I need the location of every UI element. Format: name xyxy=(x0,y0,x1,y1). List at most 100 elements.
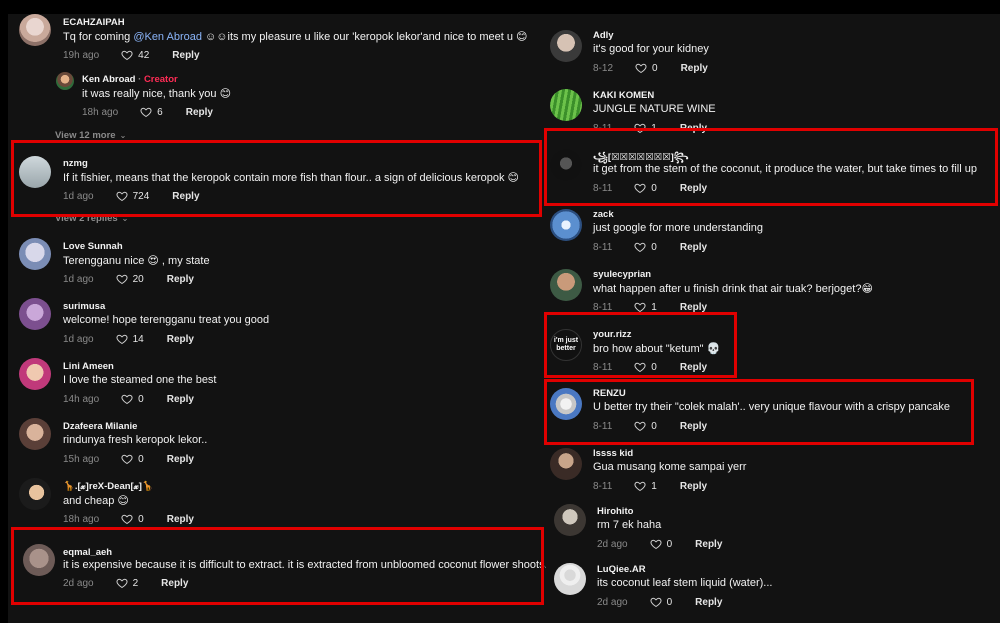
comment-username[interactable]: your.rizz xyxy=(593,329,632,340)
reply-button[interactable]: Reply xyxy=(680,242,707,253)
like-button[interactable]: 2 xyxy=(116,577,139,589)
comment-username[interactable]: lssss kid xyxy=(593,448,633,459)
comment-username[interactable]: ECAHZAIPAH xyxy=(63,17,125,28)
like-button[interactable]: 0 xyxy=(121,513,144,525)
comment-username[interactable]: 🦒.[𝔁]reX-Dean[𝔁]🦒 xyxy=(63,481,154,492)
like-button[interactable]: 0 xyxy=(121,393,144,405)
comment-username[interactable]: Dzafeera Milanie xyxy=(63,421,137,432)
avatar[interactable] xyxy=(56,72,74,90)
avatar[interactable] xyxy=(550,209,582,241)
avatar[interactable]: i'm just better xyxy=(550,329,582,361)
reply-button[interactable]: Reply xyxy=(167,514,194,525)
like-count: 2 xyxy=(132,577,139,589)
like-button[interactable]: 0 xyxy=(650,596,672,608)
reply-button[interactable]: Reply xyxy=(695,597,722,608)
reply-button[interactable]: Reply xyxy=(167,454,194,465)
comment-username[interactable]: Love Sunnah xyxy=(63,241,123,252)
avatar[interactable] xyxy=(19,14,51,46)
reply-username[interactable]: Ken Abroad · Creator xyxy=(82,74,178,85)
comment-time: 2d ago xyxy=(597,538,628,550)
comment-item: ꧁[☒☒☒☒☒☒☒]꧂ it get from the stem of the … xyxy=(546,145,1000,203)
avatar[interactable] xyxy=(554,504,586,536)
view-more-replies[interactable]: View 12 more ⌄ xyxy=(55,130,126,141)
heart-icon xyxy=(650,597,662,608)
like-button[interactable]: 0 xyxy=(634,420,657,432)
reply-button[interactable]: Reply xyxy=(681,63,708,74)
comment-text: Gua musang kome sampai yerr xyxy=(593,461,747,473)
reply-button[interactable]: Reply xyxy=(695,539,722,550)
avatar[interactable] xyxy=(554,563,586,595)
reply-button[interactable]: Reply xyxy=(161,578,188,589)
avatar[interactable] xyxy=(550,30,582,62)
like-count: 6 xyxy=(157,106,163,118)
like-count: 1 xyxy=(651,301,657,313)
like-button[interactable]: 0 xyxy=(121,453,144,465)
avatar[interactable] xyxy=(19,418,51,450)
like-button[interactable]: 14 xyxy=(116,333,144,345)
reply-button[interactable]: Reply xyxy=(680,302,707,313)
avatar[interactable] xyxy=(550,269,582,301)
like-count: 1 xyxy=(651,480,657,492)
reply-button[interactable]: Reply xyxy=(680,421,707,432)
comment-username[interactable]: zack xyxy=(593,209,614,220)
comment-username[interactable]: LuQiee.AR xyxy=(597,564,646,575)
avatar[interactable] xyxy=(550,89,582,121)
reply-button[interactable]: Reply xyxy=(172,191,199,202)
like-count: 0 xyxy=(138,453,144,465)
reply-button[interactable]: Reply xyxy=(680,123,707,134)
comment-time: 1d ago xyxy=(63,190,94,202)
comment-username[interactable]: Lini Ameen xyxy=(63,361,114,372)
like-count: 0 xyxy=(651,361,657,373)
like-button[interactable]: 1 xyxy=(634,480,657,492)
like-button[interactable]: 1 xyxy=(634,301,657,313)
like-count: 20 xyxy=(132,273,144,285)
comment-username[interactable]: Hirohito xyxy=(597,506,633,517)
comment-username[interactable]: surimusa xyxy=(63,301,105,312)
avatar[interactable] xyxy=(19,298,51,330)
comment-username[interactable]: nzmg xyxy=(63,158,88,169)
avatar[interactable] xyxy=(19,358,51,390)
avatar[interactable] xyxy=(550,388,582,420)
avatar[interactable] xyxy=(19,156,51,188)
comment-text: If it fishier, means that the keropok co… xyxy=(63,172,519,184)
comment-time: 8-11 xyxy=(593,301,613,313)
comment-username[interactable]: syulecyprian xyxy=(593,269,651,280)
comment-username[interactable]: RENZU xyxy=(593,388,626,399)
like-button[interactable]: 0 xyxy=(650,538,673,550)
reply-button[interactable]: Reply xyxy=(167,274,194,285)
reply-button[interactable]: Reply xyxy=(680,481,707,492)
avatar[interactable] xyxy=(19,238,51,270)
like-button[interactable]: 0 xyxy=(634,182,657,194)
like-button[interactable]: 0 xyxy=(635,62,658,74)
reply-button[interactable]: Reply xyxy=(186,107,213,118)
like-button[interactable]: 0 xyxy=(634,361,657,373)
like-count: 0 xyxy=(666,538,673,550)
comment-username[interactable]: Adly xyxy=(593,30,614,41)
comment-item: Hirohito rm 7 ek haha 2d ago 0 Reply xyxy=(546,502,1000,558)
avatar[interactable] xyxy=(550,448,582,480)
heart-icon xyxy=(116,334,128,345)
heart-icon xyxy=(650,539,662,550)
avatar[interactable] xyxy=(550,149,582,181)
like-button[interactable]: 1 xyxy=(634,122,657,134)
reply-button[interactable]: Reply xyxy=(172,50,199,61)
reply-button[interactable]: Reply xyxy=(680,362,707,373)
avatar[interactable] xyxy=(23,544,55,576)
comments-panel-right[interactable]: Adly it's good for your kidney 8-12 0 Re… xyxy=(546,14,1000,623)
comment-username[interactable]: KAKI KOMEN xyxy=(593,90,654,101)
comments-panel-left[interactable]: ECAHZAIPAH Tq for coming @Ken Abroad ☺☺i… xyxy=(8,14,546,623)
comment-username[interactable]: eqmal_aeh xyxy=(63,547,112,558)
mention-link[interactable]: @Ken Abroad xyxy=(133,31,202,43)
reply-button[interactable]: Reply xyxy=(167,394,194,405)
like-button[interactable]: 6 xyxy=(140,106,163,118)
like-button[interactable]: 42 xyxy=(121,49,149,61)
view-replies[interactable]: View 2 replies ⌄ xyxy=(55,213,128,224)
like-button[interactable]: 0 xyxy=(634,241,657,253)
like-button[interactable]: 20 xyxy=(116,273,144,285)
like-count: 42 xyxy=(138,49,150,61)
reply-button[interactable]: Reply xyxy=(167,334,194,345)
reply-button[interactable]: Reply xyxy=(680,183,707,194)
like-button[interactable]: 724 xyxy=(116,190,149,202)
comment-time: 19h ago xyxy=(63,49,100,61)
avatar[interactable] xyxy=(19,478,51,510)
